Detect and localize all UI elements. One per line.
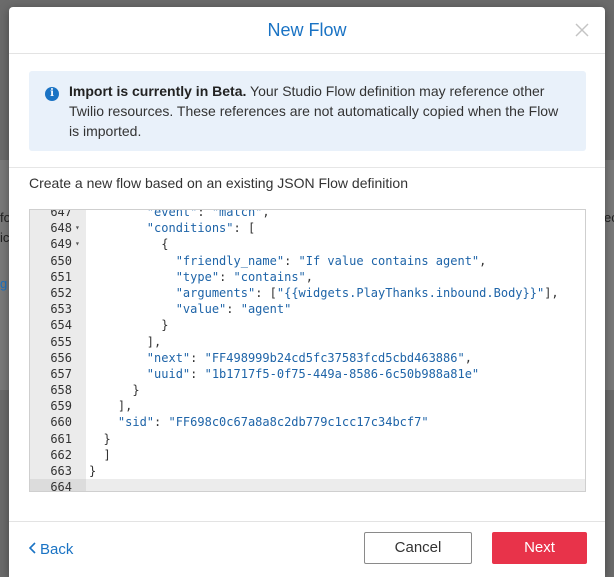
code-line: 647 "event": "match", <box>30 209 585 220</box>
line-number: 655 <box>50 334 72 349</box>
code-text: "friendly_name": "If value contains agen… <box>175 253 487 268</box>
line-number: 650 <box>50 253 72 268</box>
info-icon: i <box>45 87 59 101</box>
line-number: 661 <box>50 431 72 446</box>
code-text: "event": "match", <box>146 209 270 219</box>
line-number: 659 <box>50 399 72 414</box>
divider <box>9 167 605 168</box>
chevron-left-icon <box>28 541 37 558</box>
modal-footer: Back Cancel Next <box>9 521 605 577</box>
line-number: 657 <box>50 366 72 381</box>
code-line: 659 ], <box>30 398 585 414</box>
code-text: "sid": "FF698c0c67a8a8c2db779c1cc17c34bc… <box>117 415 429 430</box>
code-text: "arguments": ["{{widgets.PlayThanks.inbo… <box>175 285 559 300</box>
line-number: 648 <box>50 221 72 236</box>
close-icon <box>575 23 589 37</box>
code-text: } <box>89 383 140 398</box>
modal-header: New Flow <box>9 7 605 54</box>
line-number: 662 <box>50 447 72 462</box>
code-line: 657 "uuid": "1b1717f5-0f75-449a-8586-6c5… <box>30 366 585 382</box>
code-line: 658 } <box>30 382 585 398</box>
code-line: 650 "friendly_name": "If value contains … <box>30 253 585 269</box>
code-text: } <box>89 318 169 333</box>
code-line: 653 "value": "agent" <box>30 301 585 317</box>
backdrop-text-fragment: g <box>0 276 8 291</box>
code-text: ] <box>89 447 111 462</box>
code-line: 649 ▾ { <box>30 236 585 252</box>
code-line: 661 } <box>30 431 585 447</box>
close-button[interactable] <box>573 21 591 39</box>
next-button[interactable]: Next <box>492 532 587 564</box>
line-number: 658 <box>50 383 72 398</box>
line-number: 649 <box>50 237 72 252</box>
code-line: 651 "type": "contains", <box>30 269 585 285</box>
info-message: Import is currently in Beta. Your Studio… <box>69 81 569 141</box>
backdrop-right-strip <box>604 160 614 390</box>
cancel-button[interactable]: Cancel <box>364 532 472 564</box>
modal-title: New Flow <box>267 20 347 40</box>
code-text: } <box>89 464 97 478</box>
code-text: "next": "FF498999b24cd5fc37583fcd5cbd463… <box>146 350 472 365</box>
beta-info-banner: i Import is currently in Beta. Your Stud… <box>29 71 586 151</box>
new-flow-modal: New Flow i Import is currently in Beta. … <box>9 7 605 577</box>
code-line: 664 <box>30 479 585 491</box>
editor-description: Create a new flow based on an existing J… <box>29 175 408 191</box>
backdrop-text-fragment: ec <box>604 210 614 225</box>
code-text: "type": "contains", <box>175 269 313 284</box>
line-number: 651 <box>50 269 72 284</box>
line-number: 653 <box>50 302 72 317</box>
editor-code-lines: 647 "event": "match", 648 ▾ "conditions": … <box>30 209 585 491</box>
fold-toggle-icon[interactable]: ▾ <box>75 236 80 252</box>
code-text: "uuid": "1b1717f5-0f75-449a-8586-6c50b98… <box>146 366 480 381</box>
line-number: 663 <box>50 464 72 478</box>
line-number: 656 <box>50 350 72 365</box>
code-line: 663} <box>30 463 585 479</box>
info-bold-text: Import is currently in Beta. <box>69 83 247 99</box>
code-line: 656 "next": "FF498999b24cd5fc37583fcd5cb… <box>30 350 585 366</box>
line-number: 647 <box>50 209 72 219</box>
code-text: ], <box>89 334 162 349</box>
code-line: 655 ], <box>30 334 585 350</box>
line-number: 652 <box>50 285 72 300</box>
code-text: } <box>89 431 111 446</box>
code-text: "conditions": [ <box>146 221 256 236</box>
code-line: 654 } <box>30 317 585 333</box>
code-line: 652 "arguments": ["{{widgets.PlayThanks.… <box>30 285 585 301</box>
line-number: 664 <box>30 479 86 491</box>
back-label: Back <box>40 541 74 558</box>
line-number: 654 <box>50 318 72 333</box>
code-text: ], <box>89 399 133 414</box>
code-line: 648 ▾ "conditions": [ <box>30 220 585 236</box>
back-button[interactable]: Back <box>28 541 74 558</box>
code-text: { <box>89 237 169 252</box>
json-editor[interactable]: 647 "event": "match", 648 ▾ "conditions": … <box>29 209 586 492</box>
code-text: "value": "agent" <box>175 302 292 317</box>
line-number: 660 <box>50 415 72 430</box>
backdrop-text-fragment: ic <box>0 230 10 245</box>
code-line: 662 ] <box>30 447 585 463</box>
fold-toggle-icon[interactable]: ▾ <box>75 220 80 236</box>
code-line: 660 "sid": "FF698c0c67a8a8c2db779c1cc17c… <box>30 414 585 430</box>
